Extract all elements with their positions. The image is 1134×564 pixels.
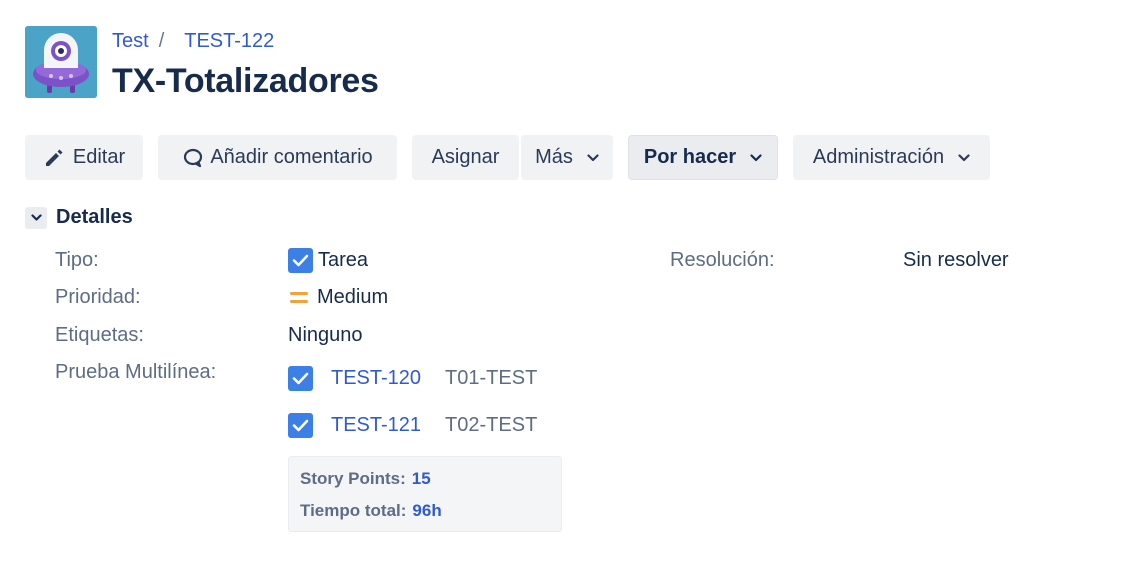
story-points-label: Story Points: <box>300 469 406 488</box>
task-type-icon <box>288 248 313 273</box>
totals-summary-box: Story Points: 15 Tiempo total: 96h <box>288 456 562 532</box>
linked-issue-key-link[interactable]: TEST-121 <box>331 414 421 437</box>
breadcrumb-separator: / <box>158 30 165 52</box>
story-points-value: 15 <box>411 469 431 488</box>
linked-issue-summary: T02-TEST <box>445 414 538 436</box>
type-label: Tipo: <box>55 249 99 271</box>
page-title: TX-Totalizadores <box>112 62 379 100</box>
add-comment-button-label: Añadir comentario <box>210 146 373 168</box>
status-button-label: Por hacer <box>643 146 737 168</box>
type-value-text: Tarea <box>318 249 369 271</box>
type-value: Tarea <box>288 248 368 273</box>
details-section-title: Detalles <box>56 206 133 228</box>
add-comment-button[interactable]: Añadir comentario <box>158 135 397 180</box>
priority-value-text: Medium <box>317 286 389 308</box>
details-section-header[interactable]: Detalles <box>25 206 133 229</box>
breadcrumb: Test / TEST-122 <box>112 30 274 53</box>
linked-issue-row: TEST-120 T01-TEST <box>288 366 537 391</box>
priority-label: Prioridad: <box>55 286 141 308</box>
resolution-label: Resolución: <box>670 249 775 271</box>
breadcrumb-issue-link[interactable]: TEST-122 <box>184 30 274 53</box>
administration-button-label: Administración <box>812 146 945 168</box>
assign-button[interactable]: Asignar <box>412 135 519 180</box>
edit-button[interactable]: Editar <box>25 135 143 180</box>
administration-button[interactable]: Administración <box>793 135 990 180</box>
time-total-label: Tiempo total: <box>300 501 407 520</box>
linked-issue-key-link[interactable]: TEST-120 <box>331 367 421 390</box>
story-points-row: Story Points: 15 <box>300 469 431 489</box>
linked-issue-summary: T01-TEST <box>445 367 538 389</box>
labels-value: Ninguno <box>288 324 363 346</box>
breadcrumb-project-link[interactable]: Test <box>112 30 149 53</box>
labels-label: Etiquetas: <box>55 324 144 346</box>
task-type-icon <box>288 413 313 438</box>
chevron-down-icon <box>958 153 970 161</box>
collapse-toggle[interactable] <box>25 206 47 229</box>
priority-medium-icon <box>290 291 308 303</box>
chevron-down-icon <box>750 153 762 161</box>
more-button-label: Más <box>535 146 573 168</box>
edit-button-label: Editar <box>72 146 126 168</box>
comment-icon <box>184 148 203 167</box>
status-button[interactable]: Por hacer <box>628 135 778 180</box>
pencil-icon <box>45 149 63 166</box>
resolution-value: Sin resolver <box>903 249 1009 271</box>
chevron-down-icon <box>30 214 42 221</box>
priority-value: Medium <box>288 286 388 309</box>
project-avatar[interactable] <box>25 26 97 98</box>
time-total-value: 96h <box>412 501 442 520</box>
linked-issue-row: TEST-121 T02-TEST <box>288 413 537 438</box>
time-total-row: Tiempo total: 96h <box>300 501 442 521</box>
multiline-label: Prueba Multilínea: <box>55 361 217 383</box>
task-type-icon <box>288 366 313 391</box>
project-avatar-icon <box>25 26 97 98</box>
chevron-down-icon <box>587 153 599 161</box>
assign-button-label: Asignar <box>431 146 500 168</box>
more-button[interactable]: Más <box>521 135 613 180</box>
